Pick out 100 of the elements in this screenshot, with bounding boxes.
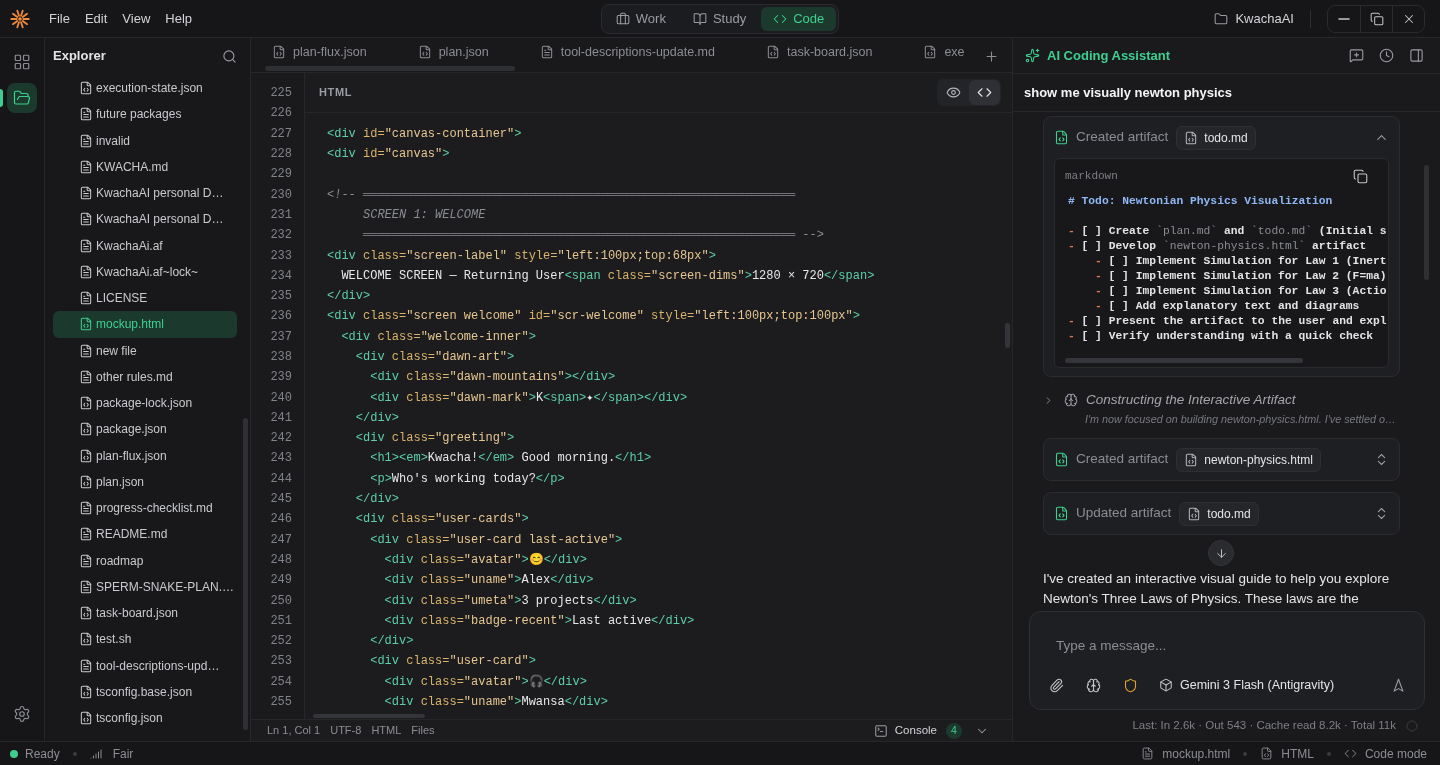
code-line: <div class="badge-recent">Last active</div> (383, 612, 695, 630)
scrollbar-thumb[interactable] (1065, 358, 1303, 363)
line-number: 227 (270, 125, 292, 143)
view-toggle-button[interactable] (969, 80, 1000, 105)
status-item: Ln 1, Col 1 (267, 723, 321, 739)
explorer-item[interactable]: execution-state.json (53, 75, 237, 102)
copy-icon (1352, 168, 1368, 184)
document-icon (79, 238, 93, 253)
search-button[interactable] (220, 47, 238, 65)
line-number: 239 (270, 369, 292, 387)
code-line: <div class="screen-label" style="left:100px;top:68px"> (327, 247, 716, 265)
scrollbar-thumb[interactable] (243, 418, 248, 730)
code-file-icon (79, 474, 93, 489)
explorer-item[interactable]: package-lock.json (53, 390, 237, 417)
line-number: 253 (270, 653, 292, 671)
editor-tab[interactable]: plan-flux.json (251, 38, 397, 66)
brain-icon (1085, 677, 1101, 693)
explorer-item[interactable]: SPERM-SNAKE-PLAN.… (53, 573, 237, 600)
code-line: </div> (369, 633, 414, 651)
explorer-item[interactable]: README.md (53, 521, 237, 548)
explorer-item[interactable]: KwachaAi.af~lock~ (53, 258, 237, 285)
explorer-item[interactable]: tool-descriptions-upd… (53, 652, 237, 679)
mode-tab[interactable]: Work (603, 6, 678, 31)
explorer-item[interactable]: package.json (53, 416, 237, 443)
explorer-item[interactable]: progress-checklist.md (53, 495, 237, 522)
file-chip[interactable]: todo.md (1179, 501, 1259, 526)
menu-item[interactable]: File (43, 6, 76, 31)
code-line: <h1><em>Kwacha!</em> Good morning.</h1> (369, 450, 652, 468)
scrollbar-thumb[interactable] (265, 66, 515, 71)
editor-mode: Code mode (1364, 745, 1427, 763)
explorer-item[interactable]: mockup.html (53, 311, 237, 338)
line-number: 251 (270, 612, 292, 630)
explorer-item[interactable]: plan.json (53, 468, 237, 495)
status-item: Files (411, 723, 435, 739)
editor-tab[interactable]: task-board.json (744, 38, 903, 66)
editor-tab[interactable]: exe (902, 38, 971, 66)
code-file-icon (79, 422, 93, 437)
file-chip[interactable]: todo.md (1176, 125, 1256, 150)
explorer-item[interactable]: KwachaAi.af (53, 232, 237, 259)
panel-title: Explorer (53, 47, 106, 66)
explorer-item[interactable]: KwachaAI personal D… (53, 206, 237, 233)
activity-button[interactable] (7, 83, 37, 113)
explorer-item[interactable]: tsconfig.json (53, 705, 237, 732)
code-file-icon (79, 632, 93, 647)
explorer-item[interactable]: invalid (53, 127, 237, 154)
scrollbar-thumb[interactable] (1005, 323, 1010, 348)
status-text: Ready (25, 745, 60, 763)
status-item: HTML (371, 723, 402, 739)
explorer-item[interactable]: roadmap (53, 547, 237, 574)
code-file-icon (79, 81, 93, 96)
explorer-item[interactable]: future packages (53, 101, 237, 128)
file-language: HTML (1281, 745, 1314, 763)
code-line: </div> (354, 491, 400, 509)
clock-icon (1378, 48, 1394, 63)
document-icon (79, 212, 93, 227)
menu-item[interactable]: Help (159, 6, 199, 31)
explorer-item[interactable]: plan-flux.json (53, 442, 237, 469)
code-comment: SCREEN 1: WELCOME (362, 206, 486, 224)
code-file-icon (765, 45, 780, 59)
document-icon (79, 107, 93, 122)
code-file-icon (1260, 747, 1274, 760)
code-icon (1343, 747, 1357, 760)
message-input[interactable]: Type a message... (1044, 632, 1410, 658)
code-file-icon (1054, 130, 1069, 145)
line-number: 248 (270, 551, 292, 569)
line-number: 250 (270, 592, 292, 610)
mode-tab[interactable]: Study (680, 6, 759, 31)
console-button[interactable]: Console (873, 721, 937, 740)
editor-tab[interactable]: tool-descriptions-update.md (518, 38, 745, 66)
code-line: - [ ] Implement Simulation for Law 2 (F=ma) (1095, 269, 1387, 285)
explorer-item[interactable]: KwachaAI personal D… (53, 180, 237, 207)
editor-tab[interactable]: plan.json (396, 38, 519, 66)
menu-item[interactable]: Edit (78, 6, 114, 31)
explorer-item[interactable]: LICENSE (53, 285, 237, 312)
code-line: <div class="dawn-mountains"></div> (369, 369, 616, 387)
terminal-icon (873, 723, 888, 738)
code-file-icon (79, 448, 93, 463)
document-icon (79, 579, 93, 594)
file-chip[interactable]: newton-physics.html (1176, 447, 1321, 472)
line-number: 236 (270, 308, 292, 326)
thinking-header[interactable]: Constructing the Interactive Artifact (1043, 391, 1296, 409)
document-icon (79, 658, 93, 673)
explorer-item[interactable]: task-board.json (53, 600, 237, 627)
menu-item[interactable]: View (116, 6, 157, 31)
scroll-down-button[interactable] (1208, 540, 1234, 566)
workspace-button[interactable]: KwachaAI (1214, 8, 1294, 29)
explorer-item[interactable]: other rules.md (53, 363, 237, 390)
code-line: <div class="uname">Alex</div> (383, 572, 594, 590)
code-file-icon (79, 317, 93, 332)
explorer-item[interactable]: test.sh (53, 626, 237, 653)
explorer-item[interactable]: new file (53, 337, 237, 364)
document-icon (1141, 747, 1155, 760)
explorer-item[interactable]: KWACHA.md (53, 153, 237, 180)
mode-tab[interactable]: Code (761, 6, 837, 31)
line-number: 229 (270, 166, 292, 184)
line-number: 238 (270, 349, 292, 366)
explorer-item[interactable]: tsconfig.base.json (53, 678, 237, 705)
copy-button[interactable] (1352, 168, 1368, 184)
model-selector[interactable]: Gemini 3 Flash (Antigravity) (1155, 673, 1339, 697)
sparkle-icon (1025, 48, 1040, 63)
